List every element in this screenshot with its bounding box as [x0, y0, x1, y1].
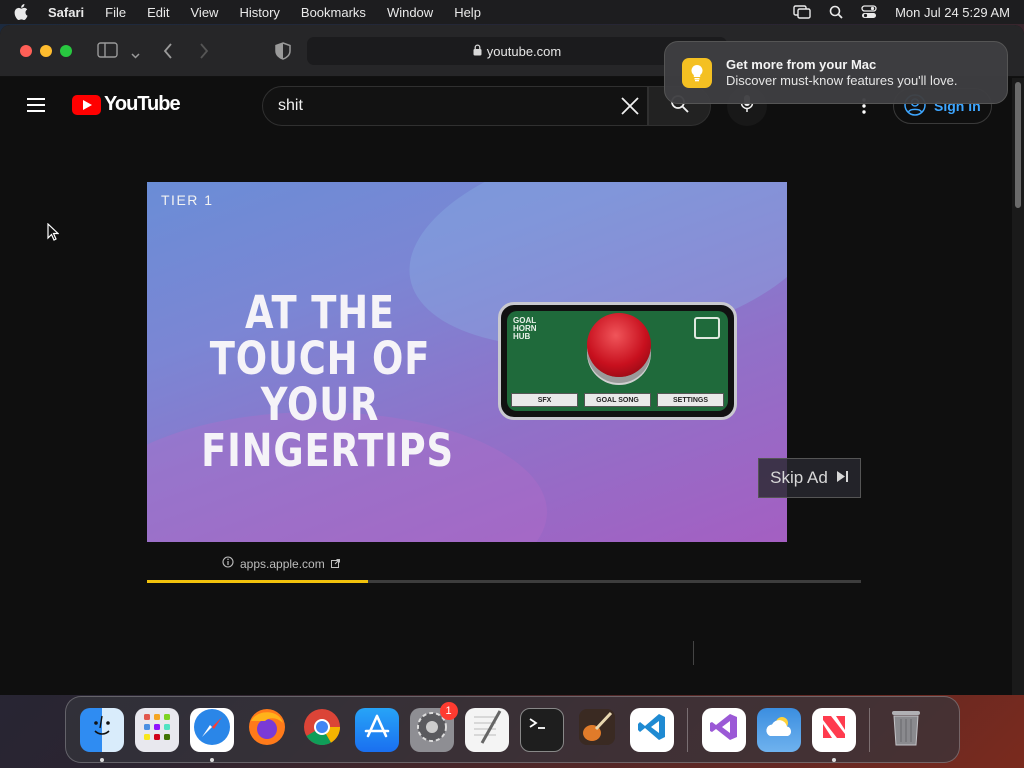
dock-textedit[interactable] [464, 707, 509, 752]
menubar-clock[interactable]: Mon Jul 24 5:29 AM [895, 5, 1010, 20]
phone-tab-goal-song: GOAL SONG [584, 393, 651, 407]
dock-safari[interactable] [189, 707, 234, 762]
visual-studio-icon [709, 712, 739, 748]
divider [693, 641, 694, 665]
menu-bar: Safari File Edit View History Bookmarks … [0, 0, 1024, 24]
advertiser-link[interactable]: apps.apple.com [222, 556, 340, 571]
launchpad-grid-icon [142, 712, 172, 748]
back-arrow-icon[interactable] [163, 43, 173, 64]
phone-tab-settings: SETTINGS [657, 393, 724, 407]
menu-view[interactable]: View [191, 5, 219, 20]
notification-body: Discover must-know features you'll love. [726, 73, 958, 88]
advertiser-url: apps.apple.com [240, 556, 325, 571]
menu-app-name[interactable]: Safari [48, 5, 84, 20]
dock-chrome[interactable] [300, 708, 344, 752]
ad-progress-bar[interactable] [147, 580, 861, 583]
forward-arrow-icon[interactable] [199, 43, 209, 64]
phone-tab-sfx: SFX [511, 393, 578, 407]
ad-tier-label: TIER 1 [161, 192, 214, 208]
youtube-page: YouTube shit Sign in TIER 1 AT THE TOUCH… [0, 78, 1012, 695]
dock-trash[interactable] [884, 708, 928, 752]
skip-next-icon [836, 468, 849, 488]
vscode-icon [637, 712, 667, 748]
goal-horn-button-image [587, 313, 651, 377]
dock-vscode[interactable] [629, 707, 674, 752]
dock-firefox[interactable] [245, 708, 289, 752]
skip-ad-button[interactable]: Skip Ad [758, 458, 861, 498]
address-bar-url: youtube.com [486, 43, 562, 59]
scrollbar-thumb[interactable] [1015, 82, 1021, 208]
weather-cloud-icon [762, 714, 796, 746]
chrome-icon [302, 707, 342, 753]
phone-app-screen: GOAL HORN HUB SFX GOAL SONG SETTINGS [507, 311, 728, 411]
clear-search-icon[interactable] [620, 96, 640, 121]
tips-lightbulb-icon [682, 57, 712, 88]
skip-ad-label: Skip Ad [770, 468, 828, 487]
menu-edit[interactable]: Edit [147, 5, 169, 20]
horn-icon [694, 317, 720, 339]
mouse-pointer-icon [47, 222, 60, 246]
minimize-window-button[interactable] [40, 45, 52, 57]
chevron-down-icon[interactable] [131, 46, 140, 64]
firefox-icon [247, 707, 287, 753]
info-icon[interactable] [222, 556, 234, 571]
terminal-prompt-icon [527, 715, 557, 745]
safari-window: youtube.com YouTube shit Sign in TIER 1 … [0, 25, 1024, 695]
dock-launchpad[interactable] [134, 707, 179, 752]
menu-history[interactable]: History [239, 5, 279, 20]
youtube-logo[interactable]: YouTube [72, 93, 181, 116]
ad-video-player[interactable]: TIER 1 AT THE TOUCH OF YOUR FINGERTIPS G… [147, 182, 787, 542]
dock-weather[interactable] [756, 707, 801, 752]
hamburger-menu-icon[interactable] [27, 98, 45, 116]
youtube-wordmark: YouTube [104, 93, 181, 115]
ad-app-logo: GOAL HORN HUB [513, 316, 537, 341]
search-input-value: shit [278, 97, 303, 114]
menu-bookmarks[interactable]: Bookmarks [301, 5, 366, 20]
phone-mockup-image: GOAL HORN HUB SFX GOAL SONG SETTINGS [498, 302, 737, 420]
dock: 1 [65, 696, 960, 763]
dock-garageband[interactable] [575, 708, 619, 752]
guitar-icon [577, 707, 617, 753]
menu-window[interactable]: Window [387, 5, 433, 20]
running-indicator [99, 757, 104, 762]
external-link-icon [330, 557, 340, 571]
safari-compass-icon [192, 707, 232, 753]
youtube-play-icon [72, 94, 101, 115]
dock-app-store[interactable] [354, 707, 399, 752]
dock-separator [687, 707, 688, 752]
menu-help[interactable]: Help [454, 5, 481, 20]
news-icon [819, 712, 849, 748]
finder-icon [87, 714, 117, 746]
apple-menu-icon[interactable] [14, 4, 28, 20]
textedit-pen-icon [470, 709, 504, 751]
fullscreen-window-button[interactable] [60, 45, 72, 57]
notification-badge: 1 [439, 701, 458, 720]
spotlight-search-icon[interactable] [829, 5, 843, 19]
running-indicator [831, 757, 836, 762]
close-window-button[interactable] [20, 45, 32, 57]
menu-file[interactable]: File [105, 5, 126, 20]
dock-system-settings[interactable]: 1 [409, 701, 458, 752]
dock-news[interactable] [811, 707, 856, 762]
dock-separator [869, 707, 870, 752]
dock-terminal[interactable] [519, 707, 564, 752]
page-scrollbar[interactable] [1012, 78, 1024, 695]
tips-notification[interactable]: Get more from your Mac Discover must-kno… [664, 41, 1008, 104]
ad-progress-fill [147, 580, 369, 583]
privacy-shield-icon[interactable] [275, 42, 291, 65]
control-center-icon[interactable] [861, 5, 877, 19]
app-store-icon [362, 712, 392, 748]
dock-finder[interactable] [79, 707, 124, 762]
running-indicator [209, 757, 214, 762]
search-input[interactable]: shit [262, 86, 648, 126]
notification-title: Get more from your Mac [726, 57, 877, 72]
sidebar-toggle-icon[interactable] [97, 41, 119, 64]
dock-visual-studio[interactable] [701, 707, 746, 752]
screen-mirroring-icon[interactable] [793, 5, 811, 19]
ad-headline: AT THE TOUCH OF YOUR FINGERTIPS [201, 286, 454, 477]
trash-icon [889, 707, 923, 753]
lock-icon [473, 43, 482, 59]
